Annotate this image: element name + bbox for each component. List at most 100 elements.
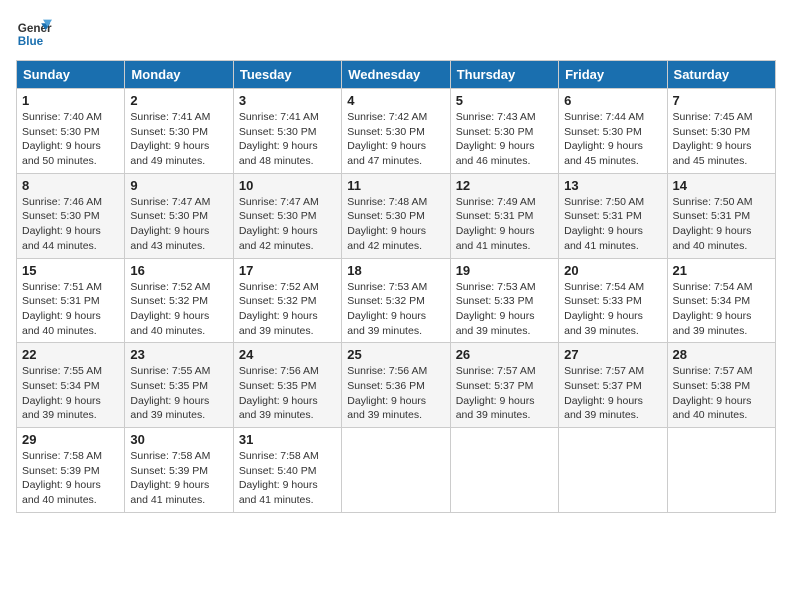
week-row-3: 15Sunrise: 7:51 AMSunset: 5:31 PMDayligh… [17, 258, 776, 343]
weekday-header-sunday: Sunday [17, 61, 125, 89]
day-number: 22 [22, 347, 119, 362]
day-detail: Sunrise: 7:48 AMSunset: 5:30 PMDaylight:… [347, 195, 444, 254]
calendar-cell: 11 Sunrise: 7:48 AMSunset: 5:30 PMDayligh… [342, 173, 450, 258]
day-detail: Sunrise: 7:50 AMSunset: 5:31 PMDaylight:… [673, 195, 770, 254]
calendar-cell: 16 Sunrise: 7:52 AMSunset: 5:32 PMDayligh… [125, 258, 233, 343]
calendar-cell: 31 Sunrise: 7:58 AMSunset: 5:40 PMDayligh… [233, 428, 341, 513]
day-number: 18 [347, 263, 444, 278]
day-number: 19 [456, 263, 553, 278]
calendar-cell: 10 Sunrise: 7:47 AMSunset: 5:30 PMDayligh… [233, 173, 341, 258]
calendar-cell: 9 Sunrise: 7:47 AMSunset: 5:30 PMDaylight… [125, 173, 233, 258]
calendar-cell: 13 Sunrise: 7:50 AMSunset: 5:31 PMDayligh… [559, 173, 667, 258]
day-number: 2 [130, 93, 227, 108]
day-detail: Sunrise: 7:43 AMSunset: 5:30 PMDaylight:… [456, 110, 553, 169]
logo: General Blue [16, 16, 52, 52]
day-number: 9 [130, 178, 227, 193]
calendar-cell [667, 428, 775, 513]
calendar-cell: 23Sunrise: 7:55 AMSunset: 5:35 PMDayligh… [125, 343, 233, 428]
day-detail: Sunrise: 7:42 AMSunset: 5:30 PMDaylight:… [347, 110, 444, 169]
day-detail: Sunrise: 7:41 AMSunset: 5:30 PMDaylight:… [239, 110, 336, 169]
week-row-1: 1Sunrise: 7:40 AMSunset: 5:30 PMDaylight… [17, 89, 776, 174]
weekday-header-thursday: Thursday [450, 61, 558, 89]
header: General Blue [16, 16, 776, 52]
calendar-cell: 25Sunrise: 7:56 AMSunset: 5:36 PMDayligh… [342, 343, 450, 428]
day-detail: Sunrise: 7:45 AMSunset: 5:30 PMDaylight:… [673, 110, 770, 169]
day-number: 21 [673, 263, 770, 278]
day-number: 31 [239, 432, 336, 447]
day-detail: Sunrise: 7:53 AMSunset: 5:33 PMDaylight:… [456, 280, 553, 339]
day-number: 12 [456, 178, 553, 193]
day-detail: Sunrise: 7:57 AMSunset: 5:38 PMDaylight:… [673, 364, 770, 423]
day-detail: Sunrise: 7:54 AMSunset: 5:33 PMDaylight:… [564, 280, 661, 339]
day-detail: Sunrise: 7:55 AMSunset: 5:34 PMDaylight:… [22, 364, 119, 423]
calendar-cell: 6Sunrise: 7:44 AMSunset: 5:30 PMDaylight… [559, 89, 667, 174]
calendar-cell [450, 428, 558, 513]
day-detail: Sunrise: 7:54 AMSunset: 5:34 PMDaylight:… [673, 280, 770, 339]
day-detail: Sunrise: 7:47 AMSunset: 5:30 PMDaylight:… [130, 195, 227, 254]
day-number: 3 [239, 93, 336, 108]
day-number: 16 [130, 263, 227, 278]
day-number: 13 [564, 178, 661, 193]
calendar-cell: 22 Sunrise: 7:55 AMSunset: 5:34 PMDayligh… [17, 343, 125, 428]
day-detail: Sunrise: 7:55 AMSunset: 5:35 PMDaylight:… [130, 364, 227, 423]
calendar-cell: 15Sunrise: 7:51 AMSunset: 5:31 PMDayligh… [17, 258, 125, 343]
calendar-cell: 2 Sunrise: 7:41 AMSunset: 5:30 PMDaylight… [125, 89, 233, 174]
day-detail: Sunrise: 7:58 AMSunset: 5:40 PMDaylight:… [239, 449, 336, 508]
day-number: 28 [673, 347, 770, 362]
day-number: 11 [347, 178, 444, 193]
calendar-cell: 1Sunrise: 7:40 AMSunset: 5:30 PMDaylight… [17, 89, 125, 174]
calendar-cell: 18 Sunrise: 7:53 AMSunset: 5:32 PMDayligh… [342, 258, 450, 343]
calendar-cell: 19 Sunrise: 7:53 AMSunset: 5:33 PMDayligh… [450, 258, 558, 343]
day-detail: Sunrise: 7:57 AMSunset: 5:37 PMDaylight:… [564, 364, 661, 423]
day-number: 27 [564, 347, 661, 362]
calendar-cell: 27 Sunrise: 7:57 AMSunset: 5:37 PMDayligh… [559, 343, 667, 428]
calendar-cell: 3 Sunrise: 7:41 AMSunset: 5:30 PMDaylight… [233, 89, 341, 174]
day-number: 29 [22, 432, 119, 447]
calendar-cell: 28 Sunrise: 7:57 AMSunset: 5:38 PMDayligh… [667, 343, 775, 428]
weekday-header-saturday: Saturday [667, 61, 775, 89]
calendar-cell: 26 Sunrise: 7:57 AMSunset: 5:37 PMDayligh… [450, 343, 558, 428]
day-detail: Sunrise: 7:58 AMSunset: 5:39 PMDaylight:… [22, 449, 119, 508]
day-number: 5 [456, 93, 553, 108]
day-number: 26 [456, 347, 553, 362]
svg-text:Blue: Blue [18, 35, 44, 48]
day-detail: Sunrise: 7:53 AMSunset: 5:32 PMDaylight:… [347, 280, 444, 339]
day-detail: Sunrise: 7:56 AMSunset: 5:35 PMDaylight:… [239, 364, 336, 423]
calendar-cell [342, 428, 450, 513]
day-number: 14 [673, 178, 770, 193]
weekday-header-tuesday: Tuesday [233, 61, 341, 89]
calendar-cell: 12Sunrise: 7:49 AMSunset: 5:31 PMDayligh… [450, 173, 558, 258]
weekday-header-wednesday: Wednesday [342, 61, 450, 89]
calendar-cell: 30Sunrise: 7:58 AMSunset: 5:39 PMDayligh… [125, 428, 233, 513]
weekday-header-row: SundayMondayTuesdayWednesdayThursdayFrid… [17, 61, 776, 89]
day-detail: Sunrise: 7:52 AMSunset: 5:32 PMDaylight:… [239, 280, 336, 339]
day-number: 20 [564, 263, 661, 278]
day-detail: Sunrise: 7:47 AMSunset: 5:30 PMDaylight:… [239, 195, 336, 254]
day-number: 6 [564, 93, 661, 108]
calendar-cell: 20 Sunrise: 7:54 AMSunset: 5:33 PMDayligh… [559, 258, 667, 343]
calendar-cell [559, 428, 667, 513]
day-number: 4 [347, 93, 444, 108]
week-row-5: 29 Sunrise: 7:58 AMSunset: 5:39 PMDayligh… [17, 428, 776, 513]
day-detail: Sunrise: 7:56 AMSunset: 5:36 PMDaylight:… [347, 364, 444, 423]
weekday-header-friday: Friday [559, 61, 667, 89]
day-detail: Sunrise: 7:57 AMSunset: 5:37 PMDaylight:… [456, 364, 553, 423]
day-number: 17 [239, 263, 336, 278]
calendar-cell: 5 Sunrise: 7:43 AMSunset: 5:30 PMDaylight… [450, 89, 558, 174]
day-detail: Sunrise: 7:41 AMSunset: 5:30 PMDaylight:… [130, 110, 227, 169]
logo-icon: General Blue [16, 16, 52, 52]
calendar-cell: 29 Sunrise: 7:58 AMSunset: 5:39 PMDayligh… [17, 428, 125, 513]
day-number: 1 [22, 93, 119, 108]
day-detail: Sunrise: 7:50 AMSunset: 5:31 PMDaylight:… [564, 195, 661, 254]
calendar-cell: 17 Sunrise: 7:52 AMSunset: 5:32 PMDayligh… [233, 258, 341, 343]
day-detail: Sunrise: 7:52 AMSunset: 5:32 PMDaylight:… [130, 280, 227, 339]
weekday-header-monday: Monday [125, 61, 233, 89]
day-number: 7 [673, 93, 770, 108]
day-number: 8 [22, 178, 119, 193]
calendar-cell: 24Sunrise: 7:56 AMSunset: 5:35 PMDayligh… [233, 343, 341, 428]
day-detail: Sunrise: 7:51 AMSunset: 5:31 PMDaylight:… [22, 280, 119, 339]
day-number: 10 [239, 178, 336, 193]
week-row-2: 8Sunrise: 7:46 AMSunset: 5:30 PMDaylight… [17, 173, 776, 258]
calendar-cell: 8Sunrise: 7:46 AMSunset: 5:30 PMDaylight… [17, 173, 125, 258]
week-row-4: 22 Sunrise: 7:55 AMSunset: 5:34 PMDayligh… [17, 343, 776, 428]
